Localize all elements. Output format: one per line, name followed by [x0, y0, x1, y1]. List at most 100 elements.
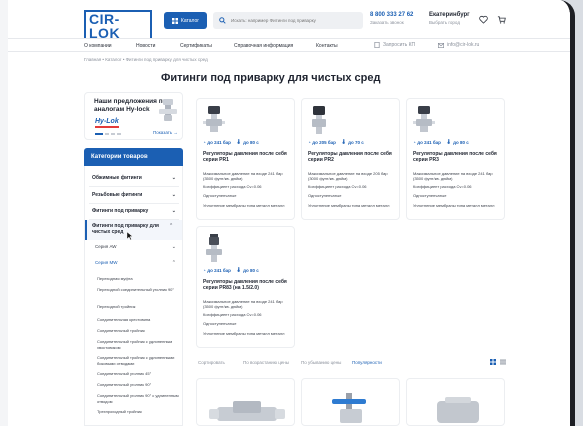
category-item[interactable]: Соединительный тройник с удлиненным хвос… — [85, 339, 182, 350]
nav-item-reference[interactable]: Справочная информация — [234, 43, 293, 49]
category-label: Обжимные фитинги — [92, 175, 142, 181]
sort-price-asc[interactable]: По возрастанию цены — [243, 360, 289, 365]
promo-show-link[interactable]: Показать → — [153, 130, 178, 135]
category-item[interactable]: Соединительный уголник 45° — [85, 371, 182, 377]
temperature-value: до 70 с — [348, 139, 364, 145]
promo-pager[interactable] — [95, 133, 121, 135]
regulator-image — [312, 106, 326, 134]
category-item[interactable]: Соединительный тройник — [85, 328, 182, 334]
sort-label: Сортировать — [198, 360, 225, 365]
nav-item-certificates[interactable]: Сертификаты — [180, 43, 212, 49]
cursor-icon — [127, 232, 133, 240]
product-card[interactable] — [301, 378, 400, 426]
city-choose-link[interactable]: Выбрать город — [429, 20, 470, 25]
page-title: Фитинги под приварку для чистых сред — [161, 72, 381, 84]
category-compression-fittings[interactable]: Обжимные фитинги ⌄ — [85, 175, 182, 181]
thermometer-icon: 🌡︎ — [340, 139, 347, 144]
product-name[interactable]: Регуляторы давления после себя серии PR2 — [308, 151, 396, 163]
category-series-aw[interactable]: Серия AW ⌄ — [85, 244, 182, 250]
promo-brand-underline — [95, 126, 119, 128]
product-specs: ◔ до 205 бар 🌡︎ до 70 с — [308, 139, 364, 145]
sort-price-desc[interactable]: По убыванию цены — [301, 360, 341, 365]
nav-item-news[interactable]: Новости — [136, 43, 155, 49]
promo-banner[interactable]: Наши предложения по аналогам Hy-lock Hy-… — [84, 92, 183, 140]
category-item[interactable]: Соединительный уголник 90° с удлиненным … — [85, 393, 182, 404]
city-name: Екатеринбург — [429, 12, 470, 18]
grid-icon — [171, 17, 178, 24]
tee-fitting-image — [209, 401, 285, 421]
logo[interactable]: CIR-LOK Fluid System Solutions — [84, 10, 152, 48]
callback-link[interactable]: Заказать звонок — [370, 20, 413, 25]
temperature-value: до 80 с — [453, 139, 469, 145]
category-label: Серия AW — [95, 244, 117, 249]
product-desc-pressure: Максимальное давление на входе 241 бар (… — [203, 171, 283, 181]
search-bar[interactable] — [213, 12, 363, 29]
chevron-down-icon: ⌄ — [171, 244, 176, 250]
product-card[interactable] — [196, 378, 295, 426]
product-desc-stage: Одноступенчатые — [413, 193, 447, 198]
product-desc-flow: Коэффициент расхода Cv=0.06 — [203, 184, 262, 189]
product-card[interactable]: ◔ до 241 бар 🌡︎ до 80 с Регуляторы давлени… — [196, 98, 295, 220]
chevron-up-icon: ⌃ — [171, 260, 176, 266]
product-desc-flow: Коэффициент расхода Cv=0.06 — [413, 184, 472, 189]
pressure-value: до 241 бар — [207, 139, 231, 145]
category-label: Серия MW — [95, 260, 118, 265]
product-card[interactable]: ◔ до 241 бар 🌡︎ до 80 с Регуляторы давлени… — [196, 226, 295, 348]
catalog-button[interactable]: Каталог — [164, 12, 207, 29]
category-item[interactable]: Переходной соединительный уголник 90° — [85, 287, 182, 293]
product-desc-flow: Коэффициент расхода Cv=0.06 — [308, 184, 367, 189]
temperature-spec: 🌡︎ до 80 с — [236, 267, 259, 273]
search-input[interactable] — [231, 18, 361, 23]
temperature-spec: 🌡︎ до 70 с — [341, 139, 364, 145]
arrow-right-icon: → — [173, 130, 178, 135]
email-link[interactable]: info@cir-lok.ru — [438, 42, 479, 48]
regulator-image — [206, 234, 222, 262]
catalog-label: Каталог — [180, 17, 200, 24]
category-item[interactable]: Соединительный тройник с удлиненными бок… — [85, 355, 182, 366]
breadcrumb[interactable]: Главная • Каталог • Фитинги под приварку… — [84, 57, 208, 62]
product-card[interactable]: ◔ до 241 бар 🌡︎ до 80 с Регуляторы давлени… — [406, 98, 505, 220]
category-item[interactable]: Трехпроходный тройник — [85, 409, 182, 415]
heart-icon[interactable] — [479, 15, 488, 24]
category-weld-fittings-clean[interactable]: Фитинги под приварку для чистых сред — [85, 223, 163, 235]
chevron-up-icon[interactable]: ⌃ — [169, 223, 179, 229]
product-desc-seal: Уплотнение мембраны типа металл металл — [308, 203, 390, 208]
category-series-mw[interactable]: Серия MW ⌃ — [85, 260, 182, 266]
gauge-icon: ◔ — [308, 139, 311, 145]
coupling-image — [437, 397, 479, 423]
category-item[interactable]: Соединительный уголник 90° — [85, 382, 182, 388]
phone-block: 8 800 333 27 62 Заказать звонок — [370, 12, 413, 25]
category-threaded-fittings[interactable]: Резьбовые фитинги ⌄ — [85, 192, 182, 198]
categories-list: Обжимные фитинги ⌄ Резьбовые фитинги ⌄ Ф… — [84, 166, 183, 426]
product-desc-pressure: Максимальное давление на входе 205 бар (… — [308, 171, 388, 181]
category-item[interactable]: Соединительная крестовина — [85, 317, 182, 323]
product-name[interactable]: Регуляторы давления после себя серии PR1 — [203, 151, 291, 163]
product-specs: ◔ до 241 бар 🌡︎ до 80 с — [413, 139, 469, 145]
pressure-value: до 241 бар — [207, 267, 231, 273]
category-item[interactable]: Переходной тройник — [85, 304, 182, 310]
city-selector[interactable]: Екатеринбург Выбрать город — [429, 12, 470, 25]
temperature-spec: 🌡︎ до 80 с — [446, 139, 469, 145]
category-label: Резьбовые фитинги — [92, 192, 143, 198]
list-view-icon[interactable] — [500, 359, 506, 365]
promo-brand-logo: Hy-Lok — [95, 118, 119, 125]
product-card[interactable] — [406, 378, 505, 426]
nav-item-about[interactable]: О компании — [84, 43, 112, 49]
category-weld-fittings[interactable]: Фитинги под приварку ⌄ — [85, 208, 182, 214]
nav-item-contacts[interactable]: Контакты — [316, 43, 338, 49]
grid-view-icon[interactable] — [490, 359, 496, 365]
product-name[interactable]: Регуляторы давления после себя серии PR3 — [413, 151, 501, 163]
product-card[interactable]: ◔ до 205 бар 🌡︎ до 70 с Регуляторы давлени… — [301, 98, 400, 220]
phone-number[interactable]: 8 800 333 27 62 — [370, 12, 413, 18]
temperature-value: до 80 с — [243, 139, 259, 145]
cart-icon[interactable] — [497, 15, 506, 24]
product-desc-pressure: Максимальное давление на входе 241 бар (… — [203, 299, 283, 309]
pressure-value: до 241 бар — [417, 139, 441, 145]
email-label: info@cir-lok.ru — [447, 42, 480, 48]
chevron-down-icon: ⌄ — [171, 175, 176, 181]
request-quote-link[interactable]: Запросить КП — [374, 42, 415, 48]
document-icon — [374, 42, 380, 48]
product-name[interactable]: Регуляторы давления после себя серии PR8… — [203, 279, 291, 291]
category-item[interactable]: Переходная муфта — [85, 276, 182, 282]
sort-popularity[interactable]: Популярности — [352, 360, 382, 365]
